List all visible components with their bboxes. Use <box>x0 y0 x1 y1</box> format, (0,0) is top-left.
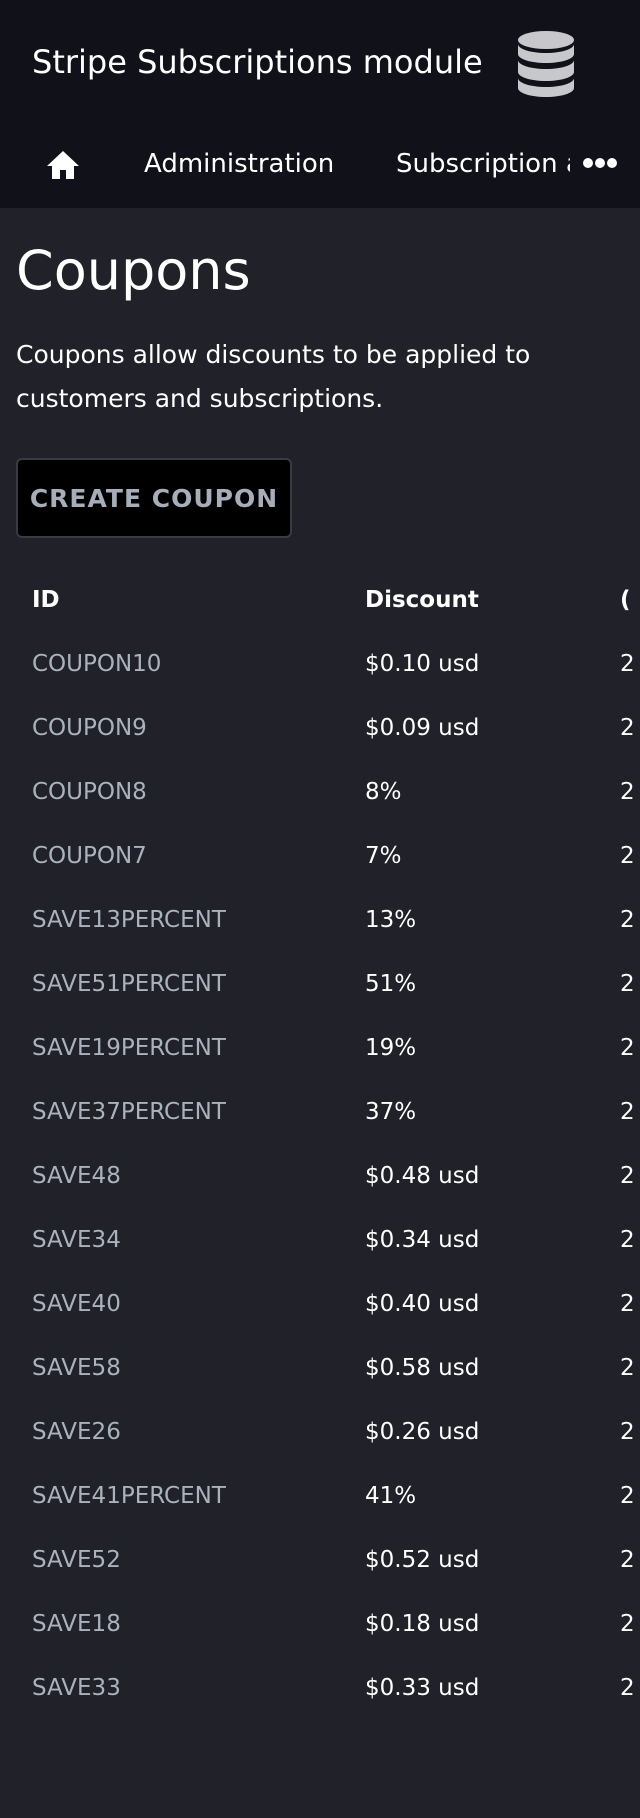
page-description: Coupons allow discounts to be applied to… <box>16 340 531 413</box>
coupon-discount: 37% <box>365 1099 417 1125</box>
coupon-third-column: 2 <box>620 1419 635 1445</box>
coupon-third-column: 2 <box>620 1611 635 1637</box>
coupon-id-link[interactable]: SAVE33 <box>32 1656 121 1720</box>
coupon-discount: $0.10 usd <box>365 651 480 677</box>
coupon-id-link[interactable]: SAVE26 <box>32 1400 121 1464</box>
coupon-discount: $0.40 usd <box>365 1291 480 1317</box>
coupon-id-link[interactable]: COUPON8 <box>32 760 147 824</box>
top-bar: Stripe Subscriptions module Administrati… <box>0 0 640 208</box>
app-title[interactable]: Stripe Subscriptions module <box>32 40 483 84</box>
coupon-id-link[interactable]: COUPON9 <box>32 696 147 760</box>
database-icon <box>516 30 576 98</box>
coupon-discount: $0.26 usd <box>365 1419 480 1445</box>
coupon-id-link[interactable]: SAVE51PERCENT <box>32 952 226 1016</box>
table-row: SAVE34 $0.34 usd 2 <box>0 1208 640 1272</box>
coupon-discount: $0.58 usd <box>365 1355 480 1381</box>
page-title: Coupons <box>16 239 251 302</box>
column-header-id[interactable]: ID <box>32 568 60 632</box>
coupon-third-column: 2 <box>620 1035 635 1061</box>
coupon-discount: $0.52 usd <box>365 1547 480 1573</box>
table-row: COUPON10 $0.10 usd 2 <box>0 632 640 696</box>
coupon-id-link[interactable]: SAVE37PERCENT <box>32 1080 226 1144</box>
coupon-third-column: 2 <box>620 651 635 677</box>
coupon-discount: 41% <box>365 1483 417 1509</box>
table-row: SAVE37PERCENT 37% 2 <box>0 1080 640 1144</box>
column-header-third[interactable]: ( <box>620 568 631 632</box>
coupon-third-column: 2 <box>620 1227 635 1253</box>
table-row: SAVE19PERCENT 19% 2 <box>0 1016 640 1080</box>
table-row: SAVE40 $0.40 usd 2 <box>0 1272 640 1336</box>
coupon-third-column: 2 <box>620 1163 635 1189</box>
coupon-third-column: 2 <box>620 1291 635 1317</box>
table-row: SAVE41PERCENT 41% 2 <box>0 1464 640 1528</box>
coupons-table: ID Discount ( COUPON10 $0.10 usd 2 COUPON9 $… <box>0 568 640 1720</box>
table-row: SAVE48 $0.48 usd 2 <box>0 1144 640 1208</box>
table-row: COUPON7 7% 2 <box>0 824 640 888</box>
coupon-id-link[interactable]: SAVE34 <box>32 1208 121 1272</box>
coupon-discount: 51% <box>365 971 417 997</box>
home-link[interactable] <box>44 146 82 184</box>
table-row: SAVE18 $0.18 usd 2 <box>0 1592 640 1656</box>
coupon-discount: 7% <box>365 843 402 869</box>
coupon-id-link[interactable]: SAVE18 <box>32 1592 121 1656</box>
coupon-id-link[interactable]: COUPON10 <box>32 632 161 696</box>
table-row: SAVE26 $0.26 usd 2 <box>0 1400 640 1464</box>
coupon-third-column: 2 <box>620 1547 635 1573</box>
coupon-id-link[interactable]: SAVE48 <box>32 1144 121 1208</box>
nav-item-administration[interactable]: Administration <box>144 146 334 182</box>
coupon-discount: $0.18 usd <box>365 1611 480 1637</box>
coupon-discount: $0.09 usd <box>365 715 480 741</box>
coupon-third-column: 2 <box>620 971 635 997</box>
coupon-third-column: 2 <box>620 1675 635 1701</box>
coupon-discount: 8% <box>365 779 402 805</box>
table-row: SAVE58 $0.58 usd 2 <box>0 1336 640 1400</box>
coupon-id-link[interactable]: SAVE52 <box>32 1528 121 1592</box>
column-header-discount[interactable]: Discount <box>365 568 479 632</box>
coupon-third-column: 2 <box>620 1099 635 1125</box>
coupon-third-column: 2 <box>620 779 635 805</box>
coupon-discount: $0.33 usd <box>365 1675 480 1701</box>
coupon-third-column: 2 <box>620 907 635 933</box>
table-row: SAVE51PERCENT 51% 2 <box>0 952 640 1016</box>
table-body: COUPON10 $0.10 usd 2 COUPON9 $0.09 usd 2 COUPO… <box>0 632 640 1720</box>
create-coupon-button[interactable]: CREATE COUPON <box>16 458 292 538</box>
coupon-third-column: 2 <box>620 1355 635 1381</box>
coupon-id-link[interactable]: SAVE40 <box>32 1272 121 1336</box>
coupon-discount: $0.48 usd <box>365 1163 480 1189</box>
table-header-row: ID Discount ( <box>0 568 640 632</box>
coupon-id-link[interactable]: SAVE19PERCENT <box>32 1016 226 1080</box>
table-row: COUPON9 $0.09 usd 2 <box>0 696 640 760</box>
coupon-id-link[interactable]: COUPON7 <box>32 824 147 888</box>
table-row: SAVE13PERCENT 13% 2 <box>0 888 640 952</box>
coupon-id-link[interactable]: SAVE13PERCENT <box>32 888 226 952</box>
nav-item-subscription[interactable]: Subscription a <box>396 146 570 182</box>
coupon-id-link[interactable]: SAVE58 <box>32 1336 121 1400</box>
coupon-third-column: 2 <box>620 843 635 869</box>
coupon-third-column: 2 <box>620 1483 635 1509</box>
table-row: SAVE52 $0.52 usd 2 <box>0 1528 640 1592</box>
more-horizontal-icon[interactable] <box>580 150 620 176</box>
coupon-discount: 13% <box>365 907 417 933</box>
coupon-discount: 19% <box>365 1035 417 1061</box>
table-row: SAVE33 $0.33 usd 2 <box>0 1656 640 1720</box>
coupon-third-column: 2 <box>620 715 635 741</box>
coupon-id-link[interactable]: SAVE41PERCENT <box>32 1464 226 1528</box>
coupon-discount: $0.34 usd <box>365 1227 480 1253</box>
main-nav: Administration Subscription a <box>0 120 640 208</box>
home-icon <box>47 151 79 179</box>
table-row: COUPON8 8% 2 <box>0 760 640 824</box>
